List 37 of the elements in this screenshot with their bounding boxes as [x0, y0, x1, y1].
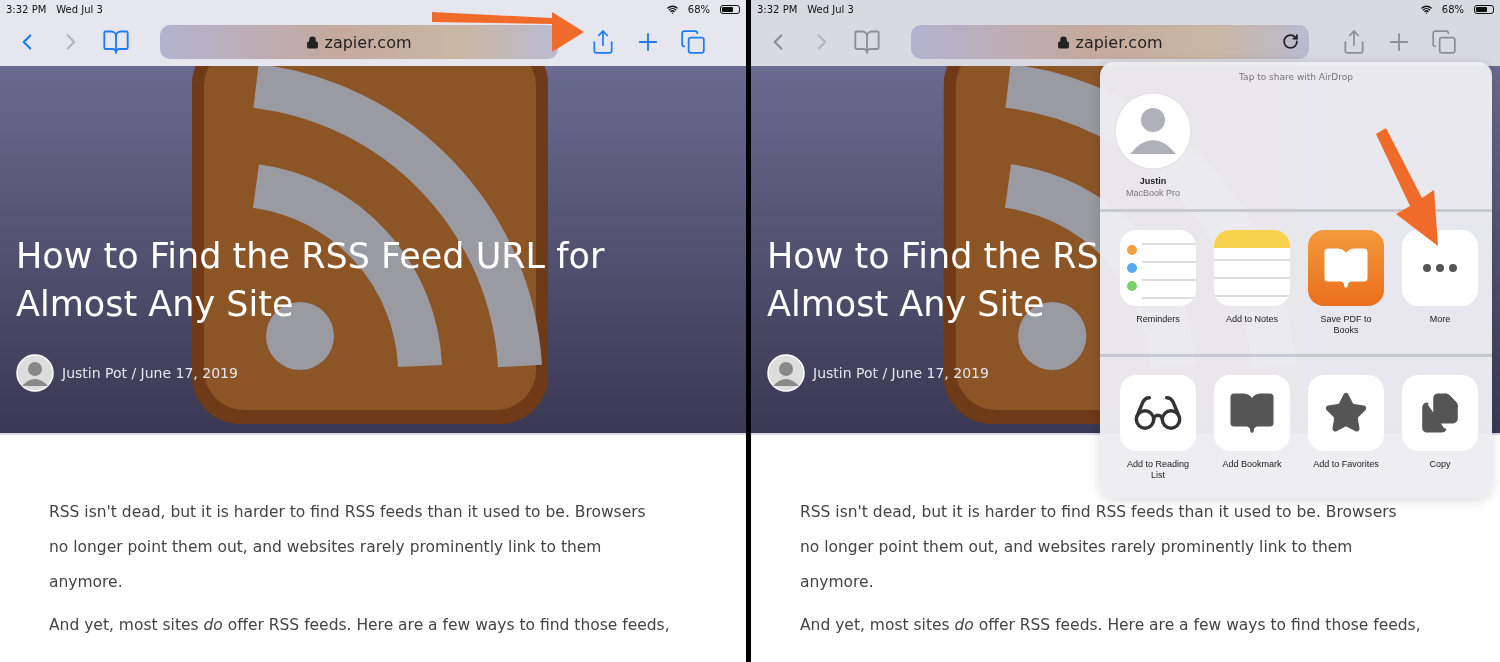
airdrop-hint: Tap to share with AirDrop — [1239, 72, 1353, 82]
lock-icon — [306, 35, 320, 49]
article-paragraph: And yet, most sites do offer RSS feeds. Here are a few ways to find those feeds, — [49, 615, 670, 636]
wifi-icon — [666, 3, 678, 15]
address-bar[interactable]: zapier.com — [911, 25, 1309, 59]
status-time: 3:32 PM — [757, 3, 798, 15]
tabs-icon — [1431, 29, 1457, 55]
wifi-icon — [1420, 3, 1432, 15]
article-paragraph: And yet, most sites do offer RSS feeds. Here are a few ways to find those feeds, — [800, 615, 1421, 636]
device-type: MacBook Pro — [1126, 188, 1180, 198]
article-title: How to Find the RS Almost Any Site — [767, 235, 1099, 326]
device-name: Justin — [1139, 176, 1167, 186]
lock-icon — [1057, 35, 1071, 49]
article-paragraph: RSS isn't dead, but it is harder to find RSS feeds than it used to be. Browsers no longer point them out, and websites rarely prominently link to them anymore. — [800, 502, 1398, 593]
tabs-icon — [680, 29, 706, 55]
status-time: 3:32 PM — [6, 3, 47, 15]
status-date: Wed Jul 3 — [807, 3, 854, 15]
article-byline: Justin Pot / June 17, 2019 — [62, 365, 238, 381]
url-text: zapier.com — [1075, 32, 1163, 52]
more-icon — [1423, 264, 1457, 272]
article-byline: Justin Pot / June 17, 2019 — [813, 365, 989, 381]
address-bar[interactable]: zapier.com — [160, 25, 558, 59]
book-icon — [102, 28, 130, 56]
author-avatar — [16, 354, 54, 392]
battery-icon — [720, 4, 740, 14]
share-icon — [590, 29, 616, 55]
status-date: Wed Jul 3 — [56, 3, 103, 15]
battery-percent: 68% — [1441, 3, 1464, 15]
battery-percent: 68% — [687, 3, 710, 15]
book-icon — [853, 28, 881, 56]
airdrop-device[interactable]: Justin MacBook Pro — [1114, 92, 1192, 198]
battery-icon — [1474, 4, 1494, 14]
article-paragraph: RSS isn't dead, but it is harder to find RSS feeds than it used to be. Browsers no longer point them out, and websites rarely prominently link to them anymore. — [49, 502, 647, 593]
reload-icon[interactable] — [1282, 33, 1299, 50]
url-text: zapier.com — [324, 32, 412, 52]
share-icon — [1341, 29, 1367, 55]
author-avatar — [767, 354, 805, 392]
